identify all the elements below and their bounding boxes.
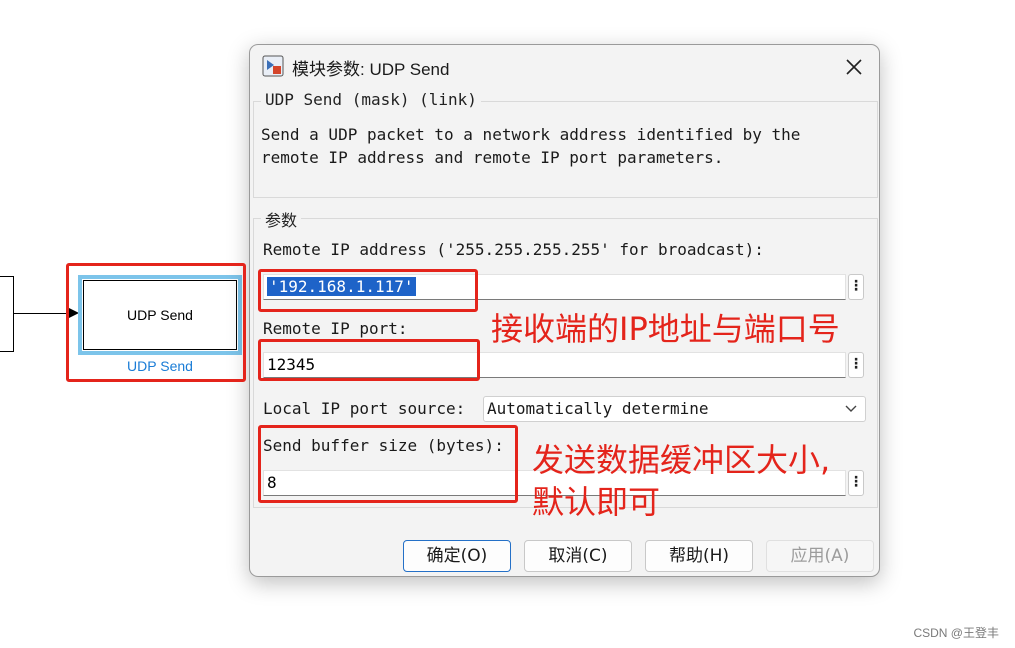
udp-send-block-caption[interactable]: UDP Send <box>78 358 242 374</box>
remote-port-input[interactable]: 12345 <box>263 352 846 378</box>
parameters-group-title: 参数 <box>261 207 302 231</box>
chevron-down-icon <box>845 397 857 429</box>
annotation-buffer-note-line2: 默认即可 <box>532 483 661 521</box>
close-icon <box>846 59 862 75</box>
udp-send-block[interactable]: UDP Send <box>78 275 242 355</box>
simulink-block-icon <box>262 55 284 77</box>
watermark: CSDN @王登丰 <box>913 626 999 640</box>
remote-ip-label: Remote IP address ('255.255.255.255' for… <box>263 240 764 259</box>
source-block[interactable] <box>0 276 14 352</box>
local-port-label: Local IP port source: <box>263 399 466 418</box>
block-group-title: UDP Send (mask) (link) <box>261 90 481 109</box>
local-port-selected-value: Automatically determine <box>487 399 709 418</box>
close-button[interactable] <box>841 54 867 80</box>
remote-ip-value: '192.168.1.117' <box>267 277 416 296</box>
apply-button[interactable]: 应用(A) <box>766 540 874 572</box>
cancel-button[interactable]: 取消(C) <box>524 540 632 572</box>
buffer-size-more-button[interactable]: ⋮ <box>848 470 864 496</box>
annotation-buffer-note-line1: 发送数据缓冲区大小, <box>532 441 831 479</box>
dialog-titlebar[interactable]: 模块参数: UDP Send <box>250 45 879 87</box>
udp-send-block-label: UDP Send <box>83 280 237 350</box>
signal-line[interactable] <box>14 313 70 314</box>
dialog-title: 模块参数: UDP Send <box>292 60 450 79</box>
local-port-select[interactable]: Automatically determine <box>483 396 866 422</box>
remote-port-more-button[interactable]: ⋮ <box>848 352 864 378</box>
remote-port-label: Remote IP port: <box>263 319 408 338</box>
help-button[interactable]: 帮助(H) <box>645 540 753 572</box>
remote-ip-input[interactable]: '192.168.1.117' <box>263 274 846 300</box>
buffer-size-label: Send buffer size (bytes): <box>263 436 504 455</box>
annotation-ip-port-note: 接收端的IP地址与端口号 <box>491 310 840 348</box>
block-description: Send a UDP packet to a network address i… <box>261 125 801 167</box>
ok-button[interactable]: 确定(O) <box>403 540 511 572</box>
remote-ip-more-button[interactable]: ⋮ <box>848 274 864 300</box>
